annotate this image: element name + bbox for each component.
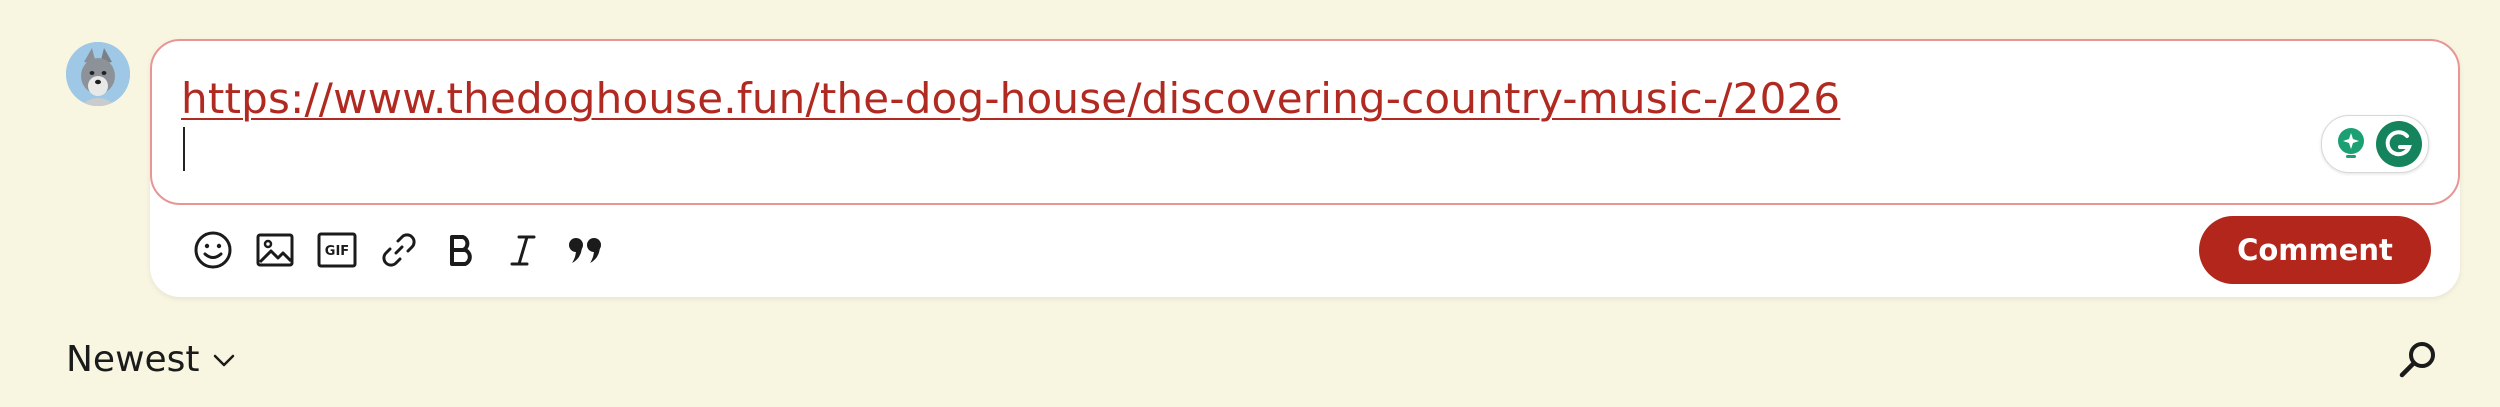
search-icon[interactable]: [2396, 338, 2440, 382]
comment-composer: https://www.thedoghouse.fun/the-dog-hous…: [150, 39, 2460, 297]
chevron-down-icon: [213, 354, 234, 367]
grammarly-logo-icon[interactable]: [2376, 121, 2422, 167]
bold-button[interactable]: [437, 226, 485, 274]
image-icon: [256, 233, 294, 267]
italic-icon: [510, 235, 536, 266]
comment-editor[interactable]: https://www.thedoghouse.fun/the-dog-hous…: [150, 39, 2460, 205]
avatar[interactable]: [66, 42, 130, 106]
link-icon: [382, 233, 416, 267]
gif-button[interactable]: GIF: [313, 226, 361, 274]
text-caret: [183, 127, 185, 171]
image-button[interactable]: [251, 226, 299, 274]
wolf-avatar-image: [66, 42, 130, 106]
grammarly-assist-icon[interactable]: [2332, 125, 2370, 163]
grammarly-widget[interactable]: [2321, 115, 2429, 173]
emoji-button[interactable]: [189, 226, 237, 274]
sort-label: Newest: [66, 339, 200, 380]
bold-icon: [450, 235, 472, 266]
gif-label: GIF: [325, 244, 349, 259]
italic-button[interactable]: [499, 226, 547, 274]
comment-button[interactable]: Comment: [2199, 216, 2431, 284]
sort-dropdown[interactable]: Newest: [66, 336, 238, 384]
quote-button[interactable]: [561, 226, 609, 274]
smile-icon: [194, 231, 232, 269]
quote-icon: [569, 238, 601, 263]
editor-link[interactable]: https://www.thedoghouse.fun/the-dog-hous…: [181, 73, 1840, 125]
link-button[interactable]: [375, 226, 423, 274]
gif-icon: GIF: [317, 232, 357, 268]
